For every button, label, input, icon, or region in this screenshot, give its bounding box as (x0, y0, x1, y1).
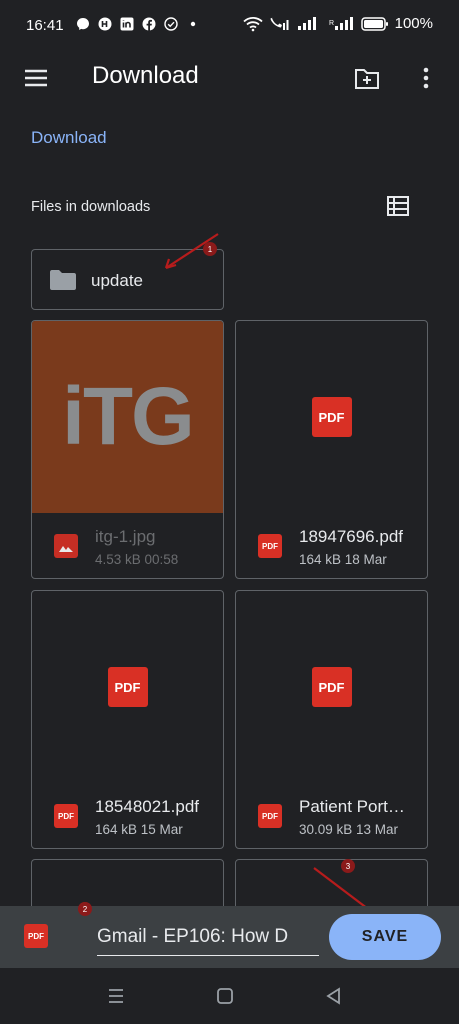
pdf-thumbnail: PDF (236, 321, 427, 513)
system-status: R 100% (243, 15, 433, 32)
file-meta: 164 kB 18 Mar (299, 552, 387, 567)
wifi-icon (243, 16, 263, 31)
svg-text:R: R (329, 20, 334, 27)
file-name: 18947696.pdf (299, 527, 403, 546)
home-icon[interactable] (215, 986, 235, 1006)
annotation-marker-2-overlay: 2 (78, 902, 92, 916)
pdf-icon: PDF (311, 397, 352, 437)
menu-icon[interactable] (22, 66, 50, 90)
battery-percent: 100% (394, 15, 433, 32)
list-view-icon[interactable] (386, 195, 410, 217)
linkedin-icon (120, 17, 134, 31)
new-folder-icon[interactable] (353, 64, 381, 92)
facebook-icon (142, 17, 156, 31)
pdf-thumbnail: PDF (236, 591, 427, 783)
pdf-file-type-icon: PDF (258, 534, 282, 558)
file-card-itg[interactable]: iTG itg-1.jpg 4.53 kB 00:58 (31, 320, 224, 579)
folder-name: update (91, 271, 143, 290)
pdf-file-type-icon: PDF (54, 804, 78, 828)
save-bar: PDF Gmail - EP106: How D SAVE (0, 906, 459, 968)
pdf-icon: PDF (107, 667, 148, 707)
battery-icon (360, 16, 388, 31)
app-icon (98, 17, 112, 31)
status-time: 16:41 (26, 17, 64, 34)
file-name: itg-1.jpg (95, 527, 156, 546)
file-meta: 164 kB 15 Mar (95, 822, 183, 837)
breadcrumb[interactable]: Download (31, 128, 107, 148)
file-card-pdf-2[interactable]: PDF PDF 18548021.pdf 164 kB 15 Mar (31, 590, 224, 849)
file-card-pdf-1[interactable]: PDF PDF 18947696.pdf 164 kB 18 Mar (235, 320, 428, 579)
wifi-calling-icon (270, 17, 289, 30)
back-icon[interactable] (324, 986, 344, 1006)
file-meta: 30.09 kB 13 Mar (299, 822, 399, 837)
dot-icon (190, 21, 196, 27)
recent-apps-icon[interactable] (106, 986, 126, 1006)
pdf-file-icon: PDF (24, 924, 48, 948)
pdf-icon: PDF (311, 667, 352, 707)
messenger-icon (77, 18, 89, 30)
status-bar: 16:41 R 100% (0, 0, 459, 52)
system-nav-bar (0, 968, 459, 1024)
file-meta: 4.53 kB 00:58 (95, 552, 179, 567)
app-bar: Download (0, 52, 459, 104)
pdf-file-type-icon: PDF (258, 804, 282, 828)
file-card-pdf-3[interactable]: PDF PDF Patient Port… 30.09 kB 13 Mar (235, 590, 428, 849)
folder-icon (50, 270, 76, 290)
folder-card-update[interactable]: update (31, 249, 224, 310)
file-name: 18548021.pdf (95, 797, 199, 816)
pdf-thumbnail: PDF (32, 591, 223, 783)
page-title: Download (92, 62, 199, 89)
annotation-marker-3: 3 (341, 859, 355, 873)
more-options-icon[interactable] (416, 64, 436, 92)
signal-2-icon: R (329, 16, 353, 30)
thumbnail-logo-text: iTG (62, 371, 195, 462)
signal-icon (297, 16, 316, 30)
image-icon (54, 534, 78, 558)
notification-icons (76, 17, 200, 31)
filename-input[interactable]: Gmail - EP106: How D (97, 924, 319, 956)
section-title: Files in downloads (31, 199, 151, 215)
file-name: Patient Port… (299, 797, 405, 816)
image-thumbnail: iTG (32, 321, 223, 513)
check-icon (164, 17, 178, 31)
annotation-marker-1: 1 (203, 242, 217, 256)
save-button[interactable]: SAVE (329, 914, 441, 960)
